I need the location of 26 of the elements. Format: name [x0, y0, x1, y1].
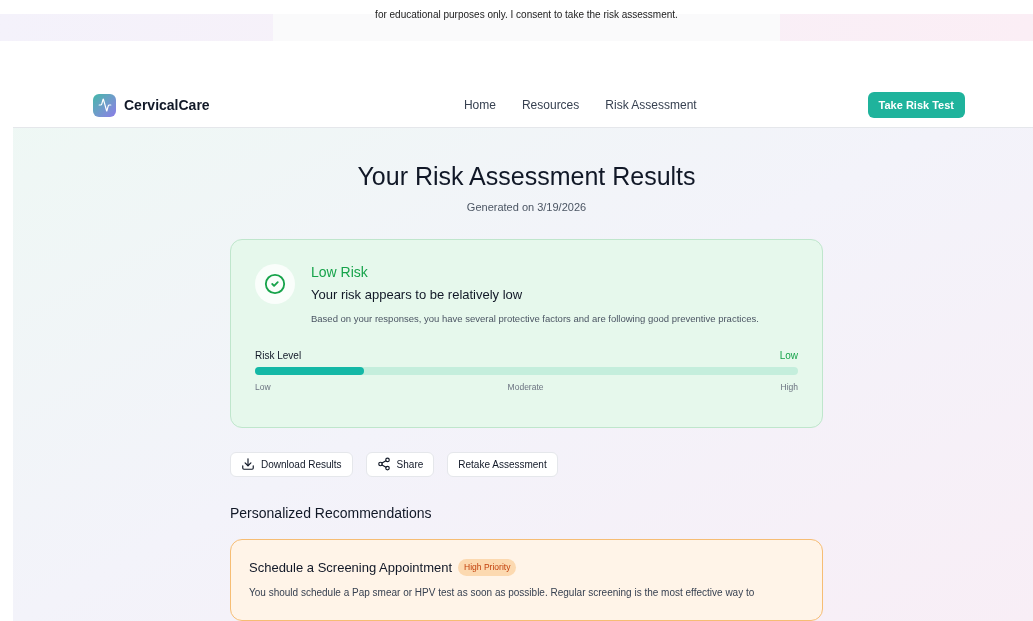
- download-icon: [241, 457, 255, 471]
- scale-label: High: [780, 381, 798, 394]
- brand-name[interactable]: CervicalCare: [124, 94, 210, 116]
- consent-text: for educational purposes only. I consent to take the risk assessment.: [375, 8, 678, 22]
- section-title: Personalized Recommendations: [230, 503, 433, 523]
- action-button[interactable]: Share: [365, 451, 435, 477]
- share-icon: [376, 457, 391, 471]
- meter-label: Risk Level: [255, 349, 302, 364]
- risk-headline: Your risk appears to be relatively low: [311, 285, 524, 304]
- recommendation-title: Schedule a Screening Appointment: [249, 558, 453, 577]
- page-title: Your Risk Assessment Results: [356, 161, 697, 191]
- action-button[interactable]: Download Results: [230, 451, 353, 477]
- nav-link[interactable]: Resources: [521, 96, 580, 114]
- priority-badge: High Priority: [458, 558, 517, 576]
- nav-link[interactable]: Risk Assessment: [605, 96, 697, 114]
- action-button[interactable]: Retake Assessment: [447, 451, 558, 477]
- scale-label: Moderate: [507, 381, 544, 394]
- generated-date: Generated on 3/19/2026: [465, 200, 588, 215]
- meter-value: Low: [779, 349, 798, 364]
- risk-description: Based on your responses, you have several protective factors and are following good preventive practices.: [311, 312, 759, 326]
- risk-label: Low Risk: [311, 262, 369, 282]
- recommendation-text: You should schedule a Pap smear or HPV test as soon as possible. Regular screening is the most effective way to: [249, 586, 756, 600]
- nav-link[interactable]: Home: [463, 96, 496, 114]
- logo-icon: [93, 93, 116, 117]
- check-icon: [255, 263, 295, 304]
- scale-label: Low: [255, 381, 271, 394]
